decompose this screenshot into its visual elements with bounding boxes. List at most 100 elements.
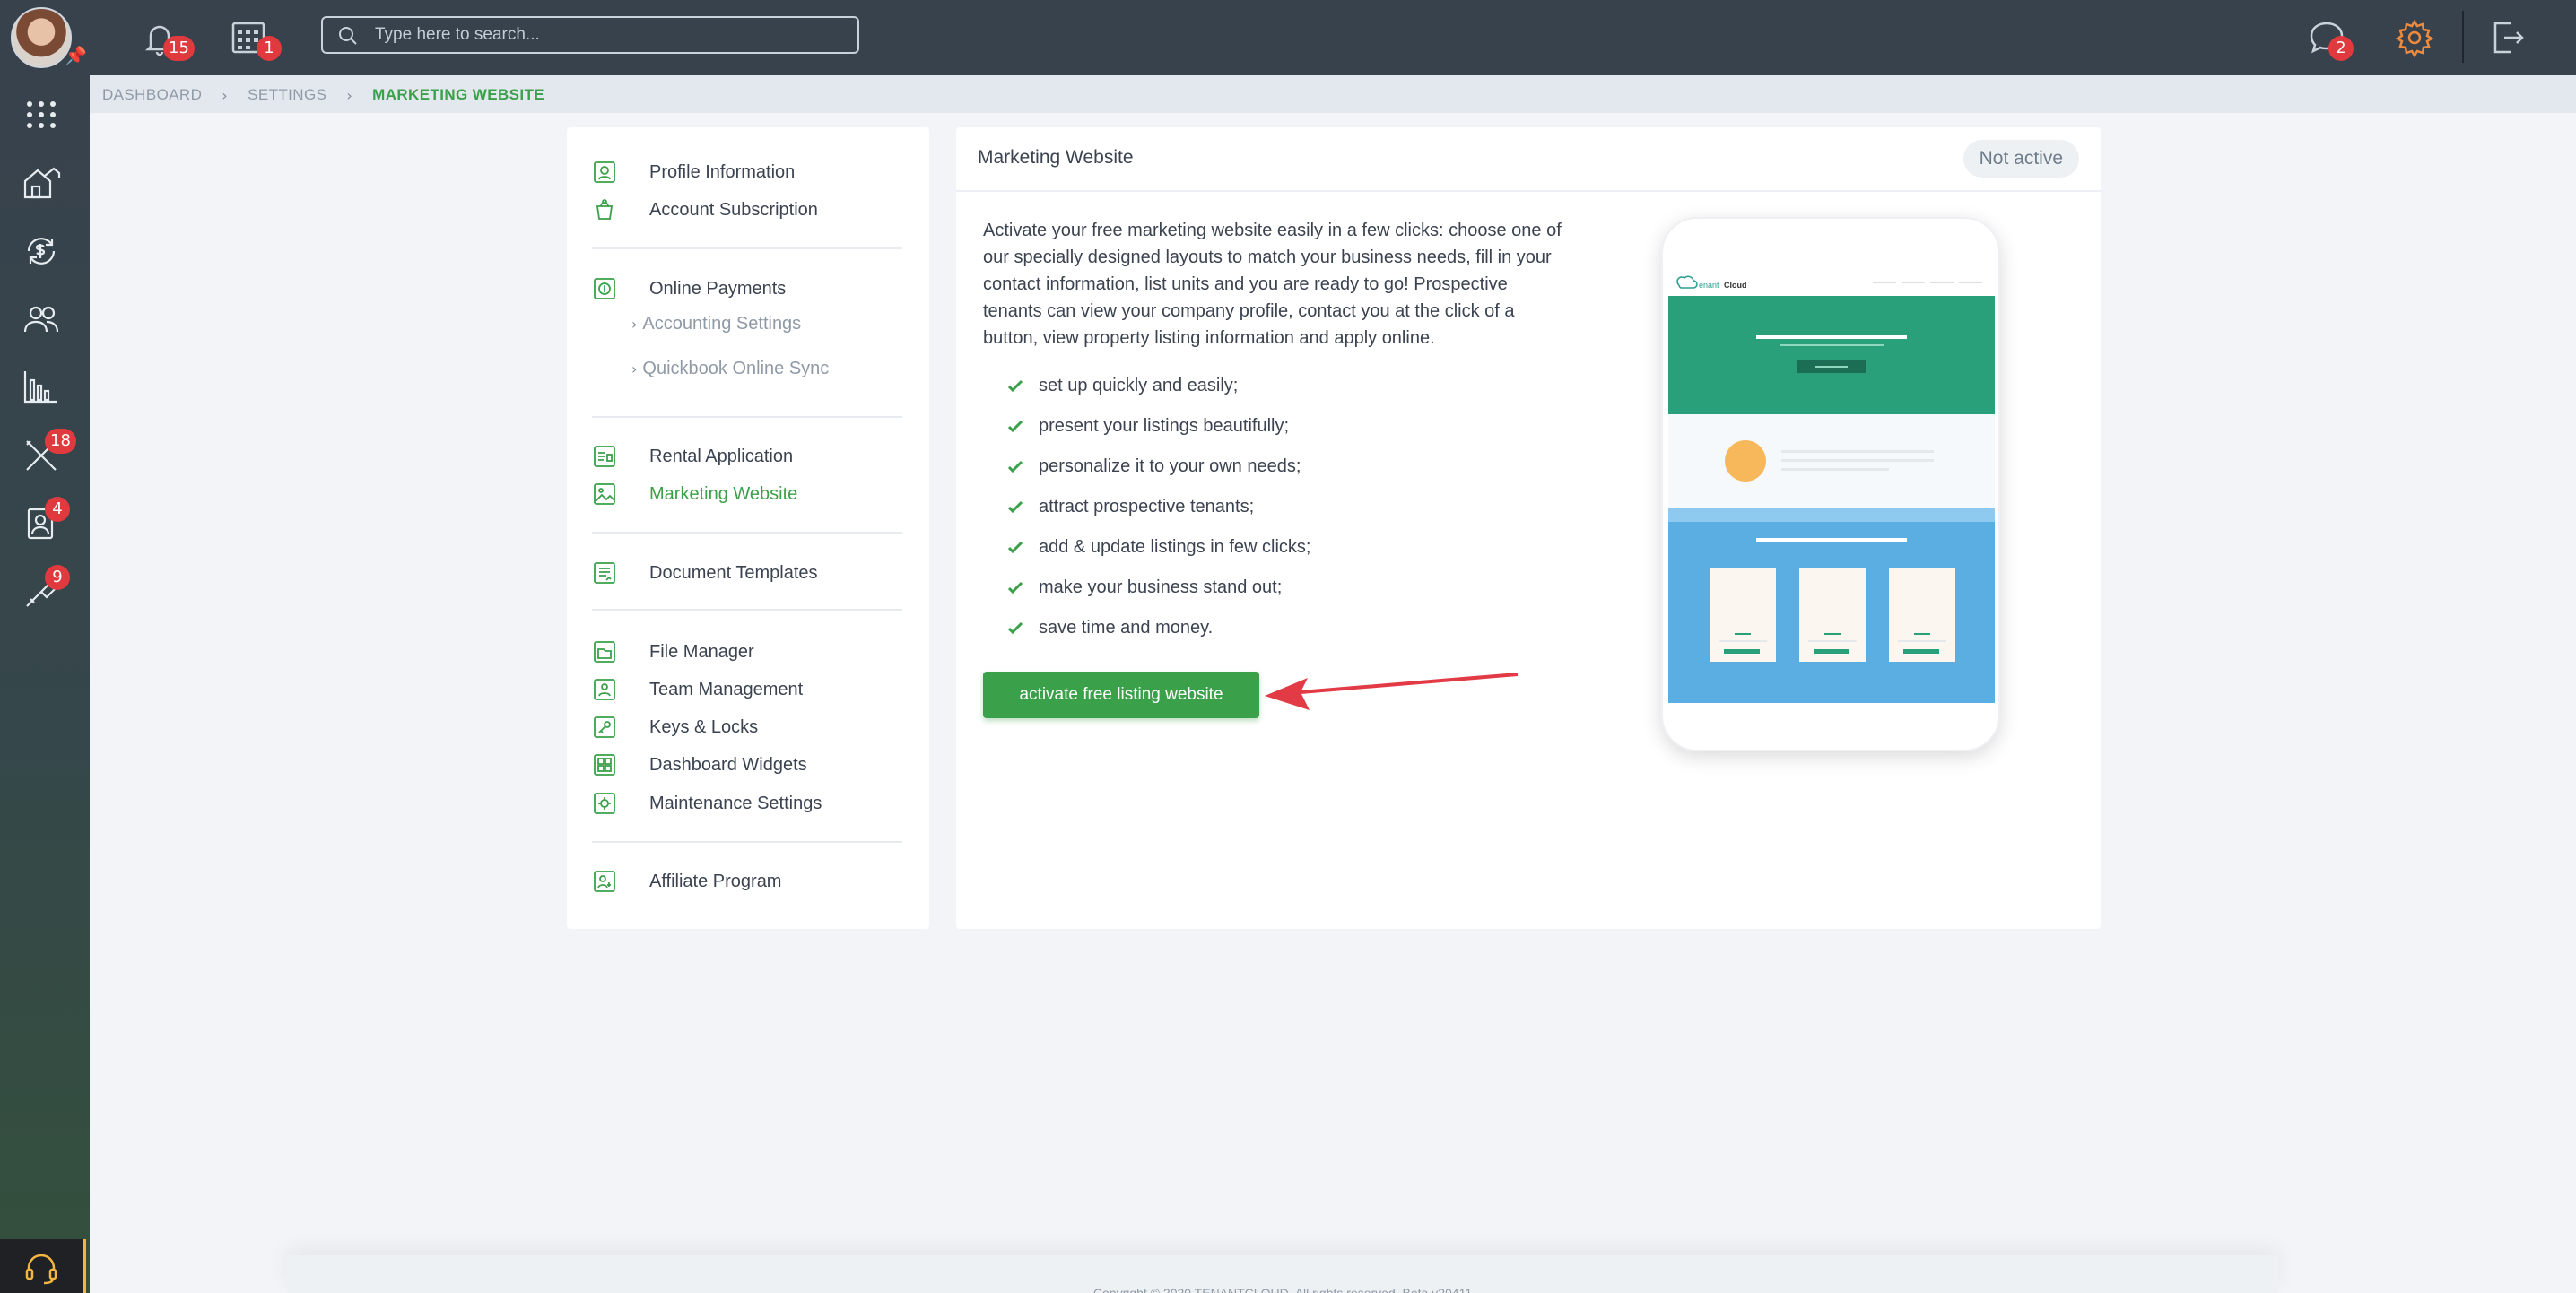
footer-copyright: Copyright © 2020 TENANTCLOUD. All rights… — [1092, 1286, 1473, 1293]
menu-item-rental-application[interactable]: Rental Application — [592, 441, 793, 472]
main-sidebar: 18 4 9 — [0, 75, 90, 1293]
search-icon — [339, 27, 357, 45]
sidebar-item-maintenance[interactable]: 18 — [0, 420, 90, 488]
apps-grid-icon — [27, 101, 56, 128]
feature-item: save time and money. — [1006, 618, 1213, 638]
messages-button[interactable]: 2 — [2305, 16, 2354, 61]
feature-item: attract prospective tenants; — [1006, 497, 1254, 517]
menu-item-document-templates[interactable]: Document Templates — [592, 558, 818, 588]
sidebar-item-reports[interactable] — [0, 351, 90, 420]
menu-item-keys-locks[interactable]: Keys & Locks — [592, 712, 758, 742]
menu-divider — [592, 247, 902, 249]
check-icon — [1007, 379, 1023, 392]
breadcrumb-dashboard[interactable]: DASHBOARD — [102, 86, 202, 104]
menu-item-affiliate-program[interactable]: Affiliate Program — [592, 866, 781, 897]
people-icon — [23, 306, 59, 333]
feature-text: personalize it to your own needs; — [1039, 456, 1301, 476]
feature-text: set up quickly and easily; — [1039, 376, 1239, 395]
breadcrumb: DASHBOARD › SETTINGS › MARKETING WEBSITE — [102, 86, 544, 104]
menu-item-marketing-website[interactable]: Marketing Website — [592, 479, 797, 509]
menu-label: Marketing Website — [649, 483, 798, 504]
profile-icon — [594, 161, 615, 183]
menu-item-file-manager[interactable]: File Manager — [592, 637, 754, 667]
breadcrumb-settings[interactable]: SETTINGS — [248, 86, 326, 104]
feature-item: present your listings beautifully; — [1006, 416, 1289, 437]
menu-item-profile-information[interactable]: Profile Information — [592, 157, 795, 187]
feature-item: personalize it to your own needs; — [1006, 456, 1301, 477]
file-manager-icon — [594, 641, 615, 663]
menu-divider — [592, 841, 902, 843]
check-icon — [1007, 541, 1023, 553]
logout-button[interactable] — [2486, 16, 2529, 59]
menu-item-maintenance-settings[interactable]: Maintenance Settings — [592, 788, 822, 819]
feature-text: present your listings beautifully; — [1039, 416, 1290, 436]
website-preview-mockup: enant Cloud — [1661, 217, 2000, 751]
settings-menu: Profile Information Account Subscription… — [567, 127, 929, 929]
sidebar-item-properties[interactable] — [0, 147, 90, 215]
menu-item-online-payments[interactable]: Online Payments — [592, 273, 786, 304]
team-icon — [594, 679, 615, 700]
accounting-icon — [27, 238, 56, 265]
settings-button[interactable] — [2393, 16, 2436, 59]
affiliate-icon — [594, 871, 615, 892]
search-input[interactable] — [375, 20, 841, 50]
mockup-brand-text: Cloud — [1724, 281, 1747, 290]
menu-item-account-subscription[interactable]: Account Subscription — [592, 195, 818, 225]
notifications-button[interactable]: 15 — [138, 16, 195, 61]
menu-label: Keys & Locks — [649, 716, 759, 737]
search-box[interactable] — [321, 16, 859, 54]
check-icon — [1007, 581, 1023, 594]
activate-website-button[interactable]: activate free listing website — [983, 672, 1259, 718]
gear-icon — [2395, 19, 2434, 58]
menu-label: Team Management — [649, 679, 804, 699]
website-preview-image: enant Cloud — [1668, 269, 1995, 703]
check-icon — [1007, 500, 1023, 513]
pin-icon[interactable]: 📌 — [65, 45, 87, 66]
sidebar-item-accounting[interactable] — [0, 215, 90, 283]
breadcrumb-current: MARKETING WEBSITE — [372, 86, 545, 103]
sidebar-item-apps[interactable] — [0, 79, 90, 147]
panel-title: Marketing Website — [978, 147, 1134, 168]
intro-text: Activate your free marketing website eas… — [983, 221, 1562, 348]
applications-badge: 4 — [45, 497, 70, 522]
maintenance-settings-icon — [594, 793, 615, 814]
feature-text: add & update listings in few clicks; — [1039, 537, 1311, 557]
menu-label: Accounting Settings — [642, 314, 802, 334]
feature-text: make your business stand out; — [1039, 577, 1283, 597]
menu-label: Online Payments — [649, 278, 787, 299]
menu-item-dashboard-widgets[interactable]: Dashboard Widgets — [592, 750, 807, 780]
rental-application-icon — [594, 446, 615, 467]
svg-text:enant: enant — [1699, 281, 1719, 290]
feature-item: set up quickly and easily; — [1006, 376, 1238, 396]
calendar-badge: 1 — [257, 36, 282, 61]
sidebar-item-applications[interactable]: 4 — [0, 488, 90, 556]
maintenance-badge: 18 — [45, 429, 76, 454]
user-avatar[interactable] — [11, 7, 72, 68]
sidebar-item-tools[interactable]: 9 — [0, 556, 90, 624]
check-icon — [1007, 621, 1023, 634]
widgets-icon — [594, 754, 615, 776]
feature-text: attract prospective tenants; — [1039, 497, 1255, 516]
feature-item: make your business stand out; — [1006, 577, 1282, 598]
menu-item-accounting-settings[interactable]: › Accounting Settings — [631, 314, 801, 334]
messages-badge: 2 — [2328, 36, 2354, 61]
menu-label: Rental Application — [649, 446, 794, 466]
menu-divider — [592, 609, 902, 611]
calendar-button[interactable]: 1 — [228, 16, 282, 61]
menu-label: Affiliate Program — [649, 871, 782, 891]
menu-divider — [592, 416, 902, 418]
headset-icon — [25, 1254, 57, 1285]
menu-label: Account Subscription — [649, 199, 818, 220]
feature-text: save time and money. — [1039, 618, 1214, 638]
reports-icon — [23, 371, 57, 404]
menu-item-team-management[interactable]: Team Management — [592, 674, 803, 705]
support-button[interactable] — [0, 1239, 86, 1293]
chevron-right-icon: › — [346, 86, 353, 104]
subscription-icon — [596, 199, 614, 220]
feature-item: add & update listings in few clicks; — [1006, 537, 1311, 558]
sidebar-item-people[interactable] — [0, 283, 90, 351]
status-badge: Not active — [1962, 140, 2079, 178]
menu-item-quickbook-online-sync[interactable]: › Quickbook Online Sync — [631, 359, 829, 379]
tools-badge: 9 — [45, 565, 70, 590]
check-icon — [1007, 460, 1023, 473]
